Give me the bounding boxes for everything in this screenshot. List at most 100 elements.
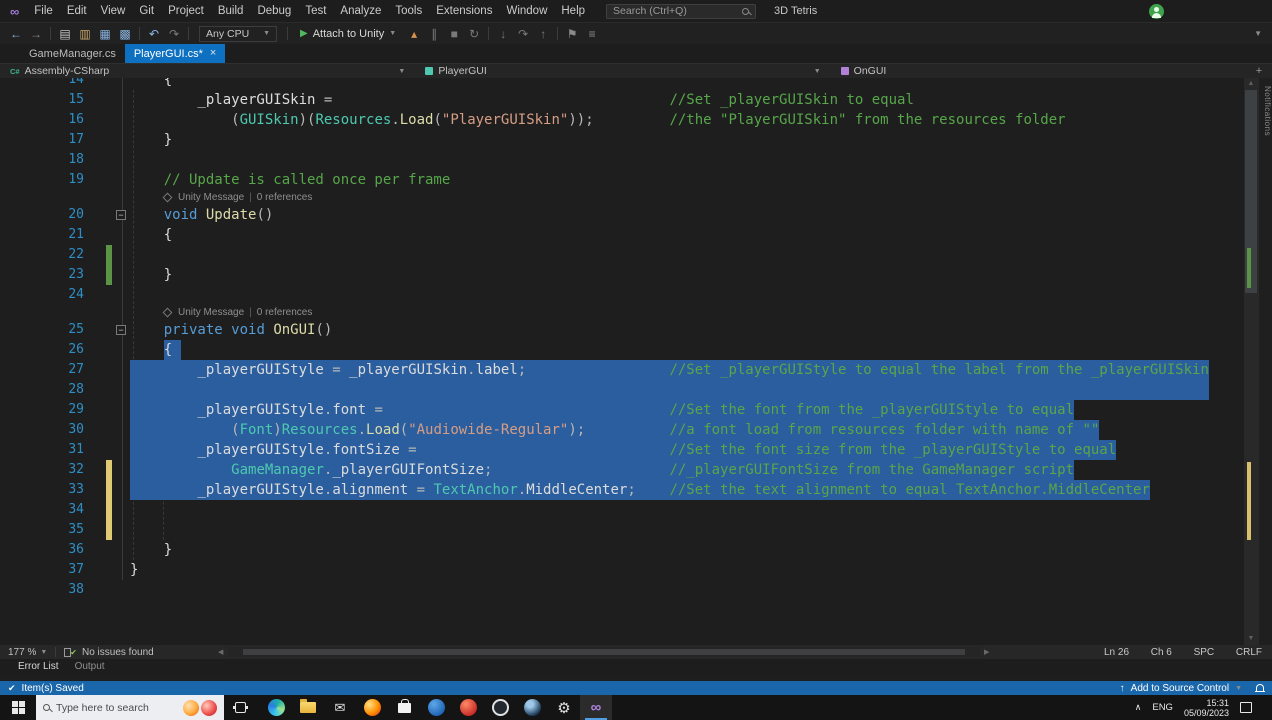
code-line-text[interactable]: // Update is called once per frame (130, 170, 1244, 190)
menu-file[interactable]: File (27, 3, 60, 19)
code-line-text[interactable]: } (130, 560, 1244, 580)
notifications-tool-window-tab[interactable]: Notifications (1258, 78, 1272, 645)
vertical-scrollbar[interactable]: ▲ ▼ (1244, 78, 1258, 645)
code-line-text[interactable]: _playerGUIStyle = _playerGUISkin.label; /… (130, 360, 1244, 380)
fold-collapse-icon[interactable]: − (116, 325, 126, 335)
scroll-right-arrow-icon[interactable]: ▶ (980, 648, 994, 656)
code-line[interactable]: 35 (0, 520, 1244, 540)
line-number[interactable]: 17 (24, 130, 84, 150)
taskbar-app-steam[interactable] (516, 695, 548, 720)
scroll-down-arrow-icon[interactable]: ▼ (1244, 633, 1258, 645)
pause-icon[interactable]: ∥ (424, 24, 444, 44)
line-number[interactable]: 38 (24, 580, 84, 600)
line-number[interactable]: 35 (24, 520, 84, 540)
code-line[interactable]: 23 } (0, 265, 1244, 285)
code-line[interactable]: 34 (0, 500, 1244, 520)
code-line-text[interactable]: (GUISkin)(Resources.Load("PlayerGUISkin"… (130, 110, 1244, 130)
taskbar-app-app-red[interactable] (452, 695, 484, 720)
toolbar-overflow-button[interactable]: ▼ (1254, 29, 1266, 38)
line-number[interactable]: 28 (24, 380, 84, 400)
open-file-icon[interactable]: ▥ (75, 24, 95, 44)
menu-debug[interactable]: Debug (250, 3, 298, 19)
action-center-icon[interactable] (1240, 702, 1252, 713)
line-number[interactable]: 22 (24, 245, 84, 265)
document-health-indicator[interactable]: ✔ No issues found (56, 647, 161, 658)
menu-extensions[interactable]: Extensions (429, 3, 499, 19)
panel-tab-output[interactable]: Output (75, 661, 105, 672)
undo-icon[interactable]: ↶ (144, 24, 164, 44)
code-line[interactable]: 29 _playerGUIStyle.font = //Set the font … (0, 400, 1244, 420)
code-line[interactable]: 25 − private void OnGUI() (0, 320, 1244, 340)
code-line-text[interactable]: _playerGUIStyle.alignment = TextAnchor.M… (130, 480, 1244, 500)
horizontal-scrollbar[interactable] (227, 647, 980, 657)
codelens-kind-label[interactable]: Unity Message (178, 307, 244, 318)
line-number[interactable]: 26 (24, 340, 84, 360)
save-icon[interactable]: ▦ (95, 24, 115, 44)
bookmark-icon[interactable]: ⚑ (562, 24, 582, 44)
code-line[interactable]: 28 (0, 380, 1244, 400)
code-line-text[interactable] (130, 380, 1244, 400)
redo-icon[interactable]: ↷ (164, 24, 184, 44)
codelens-references-link[interactable]: 0 references (257, 307, 313, 318)
zoom-control[interactable]: 177 % ▼ (0, 647, 55, 658)
code-editor[interactable]: 14 {15 _playerGUISkin = //Set _playerGUIS… (0, 78, 1244, 645)
codelens-row[interactable]: Unity Message | 0 references (0, 305, 1244, 320)
code-line[interactable]: 33 _playerGUIStyle.alignment = TextAncho… (0, 480, 1244, 500)
breadcrumb-item-playergui[interactable]: PlayerGUI ▼ (415, 65, 830, 77)
codelens-indicator[interactable]: Unity Message | 0 references (130, 307, 312, 318)
code-line[interactable]: 19 // Update is called once per frame (0, 170, 1244, 190)
line-number[interactable]: 25 (24, 320, 84, 340)
notifications-bell-icon[interactable] (1255, 684, 1265, 692)
menu-git[interactable]: Git (132, 3, 161, 19)
line-number[interactable]: 23 (24, 265, 84, 285)
add-view-button[interactable]: + (1246, 65, 1272, 77)
back-arrow[interactable]: ← (6, 24, 26, 44)
code-line[interactable]: 22 (0, 245, 1244, 265)
line-indicator[interactable]: Ln 26 (1104, 647, 1129, 658)
menu-analyze[interactable]: Analyze (333, 3, 388, 19)
code-line-text[interactable] (130, 245, 1244, 265)
line-number[interactable]: 31 (24, 440, 84, 460)
code-line-text[interactable]: { (130, 340, 1244, 360)
clock[interactable]: 15:31 05/09/2023 (1184, 698, 1229, 718)
code-line-text[interactable]: _playerGUISkin = //Set _playerGUISkin to … (130, 90, 1244, 110)
taskbar-app-visual-studio[interactable]: ∞ (580, 695, 612, 720)
code-line-text[interactable]: private void OnGUI() (130, 320, 1244, 340)
menu-window[interactable]: Window (499, 3, 554, 19)
tab-playergui-cs[interactable]: PlayerGUI.cs* × (124, 44, 226, 63)
codelens-indicator[interactable]: Unity Message | 0 references (130, 192, 312, 203)
breadcrumb-item-ongui[interactable]: OnGUI (831, 65, 1246, 77)
code-line[interactable]: 32 GameManager._playerGUIFontSize; //_pla… (0, 460, 1244, 480)
code-line-text[interactable]: _playerGUIStyle.fontSize = //Set the font… (130, 440, 1244, 460)
taskbar-app-mail[interactable]: ✉ (324, 695, 356, 720)
code-line[interactable]: 27 _playerGUIStyle = _playerGUISkin.labe… (0, 360, 1244, 380)
code-line[interactable]: 14 { (0, 78, 1244, 90)
fold-collapse-icon[interactable]: − (116, 210, 126, 220)
taskbar-app-obs[interactable] (484, 695, 516, 720)
taskbar-app-settings[interactable]: ⚙ (548, 695, 580, 720)
menu-view[interactable]: View (94, 3, 133, 19)
code-line-text[interactable]: (Font)Resources.Load("Audiowide-Regular"… (130, 420, 1244, 440)
codelens-kind-label[interactable]: Unity Message (178, 192, 244, 203)
code-line[interactable]: 18 (0, 150, 1244, 170)
code-line-text[interactable] (130, 520, 1244, 540)
line-number[interactable]: 15 (24, 90, 84, 110)
close-icon[interactable]: × (210, 48, 216, 59)
line-number[interactable]: 16 (24, 110, 84, 130)
indentation-indicator[interactable]: SPC (1194, 647, 1215, 658)
menu-tools[interactable]: Tools (388, 3, 429, 19)
menu-build[interactable]: Build (211, 3, 251, 19)
code-line[interactable]: 15 _playerGUISkin = //Set _playerGUISkin … (0, 90, 1244, 110)
line-number[interactable]: 34 (24, 500, 84, 520)
code-line-text[interactable] (130, 580, 1244, 600)
menu-edit[interactable]: Edit (60, 3, 94, 19)
line-number[interactable]: 36 (24, 540, 84, 560)
taskbar-app-file-explorer[interactable] (292, 695, 324, 720)
code-line-text[interactable]: void Update() (130, 205, 1244, 225)
code-line-text[interactable]: } (130, 540, 1244, 560)
taskbar-app-edge[interactable] (260, 695, 292, 720)
code-line-text[interactable]: } (130, 265, 1244, 285)
taskbar-search-box[interactable]: Type here to search (36, 695, 224, 720)
line-number[interactable]: 33 (24, 480, 84, 500)
code-line[interactable]: 21 { (0, 225, 1244, 245)
